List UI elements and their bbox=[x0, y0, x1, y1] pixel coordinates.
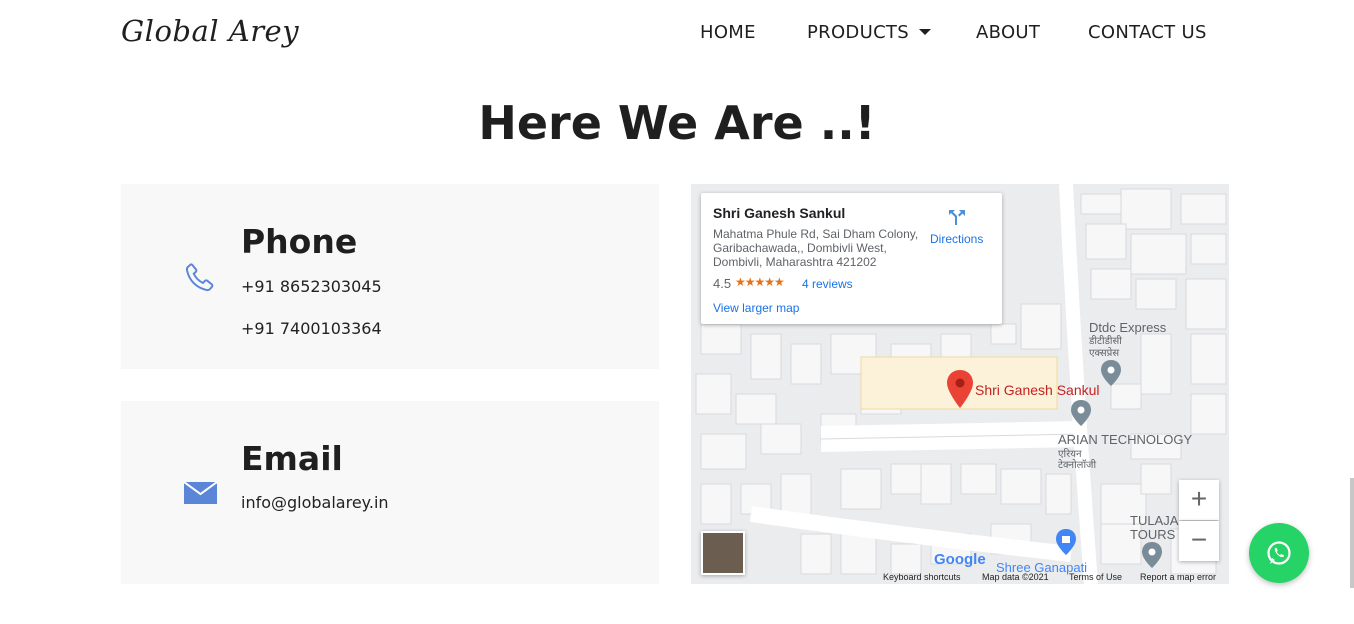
poi-tulaja-label: TULAJA bbox=[1130, 513, 1179, 528]
email-card: Email info@globalarey.in bbox=[121, 401, 659, 584]
caret-down-icon bbox=[918, 29, 931, 35]
phone-card: Phone +91 8652303045 +91 7400103364 bbox=[121, 184, 659, 369]
poi-dtdc-label-hi-2: एक्सप्रेस bbox=[1089, 348, 1120, 359]
nav-products-label: PRODUCTS bbox=[807, 22, 909, 43]
poi-pin-icon[interactable] bbox=[1071, 400, 1091, 431]
whatsapp-button[interactable] bbox=[1249, 523, 1309, 583]
nav-home[interactable]: HOME bbox=[700, 22, 756, 43]
phone-number-1[interactable]: +91 8652303045 bbox=[241, 277, 382, 296]
zoom-out-button[interactable]: − bbox=[1179, 521, 1219, 561]
scrollbar[interactable] bbox=[1350, 478, 1354, 588]
google-map[interactable]: Shri Ganesh Sankul Mahatma Phule Rd, Sai… bbox=[691, 184, 1229, 584]
map-data: Map data ©2021 bbox=[982, 572, 1049, 582]
mail-icon bbox=[183, 481, 218, 509]
poi-pin-icon[interactable] bbox=[1101, 360, 1121, 391]
satellite-toggle[interactable] bbox=[701, 531, 745, 575]
email-heading: Email bbox=[241, 439, 343, 478]
view-larger-map-link[interactable]: View larger map bbox=[713, 301, 799, 315]
map-info-card: Shri Ganesh Sankul Mahatma Phule Rd, Sai… bbox=[701, 193, 1002, 324]
poi-tours-label: TOURS bbox=[1130, 527, 1176, 542]
zoom-in-button[interactable]: + bbox=[1179, 480, 1219, 520]
place-name: Shri Ganesh Sankul bbox=[713, 205, 846, 221]
map-marker-icon[interactable] bbox=[947, 370, 973, 413]
keyboard-shortcuts[interactable]: Keyboard shortcuts bbox=[883, 572, 961, 582]
report-map-error[interactable]: Report a map error bbox=[1140, 572, 1216, 582]
place-rating: 4.5 bbox=[713, 276, 732, 291]
page-title: Here We Are ..! bbox=[478, 96, 876, 150]
poi-arian-label: ARIAN TECHNOLOGY bbox=[1058, 432, 1193, 447]
terms-of-use[interactable]: Terms of Use bbox=[1069, 572, 1122, 582]
poi-arian-label-hi-2: टेक्नोलॉजी bbox=[1058, 460, 1097, 471]
whatsapp-icon bbox=[1265, 539, 1293, 572]
google-logo: Google bbox=[934, 551, 986, 568]
directions-link[interactable]: Directions bbox=[930, 232, 983, 246]
phone-number-2[interactable]: +91 7400103364 bbox=[241, 319, 382, 338]
shopping-pin-icon[interactable] bbox=[1056, 529, 1076, 560]
marker-label: Shri Ganesh Sankul bbox=[975, 382, 1100, 398]
phone-icon bbox=[183, 260, 217, 299]
nav-about[interactable]: ABOUT bbox=[976, 22, 1040, 43]
main-nav: HOME PRODUCTS ABOUT CONTACT US bbox=[0, 22, 1354, 46]
reviews-link[interactable]: 4 reviews bbox=[802, 277, 853, 291]
directions-icon[interactable] bbox=[947, 207, 967, 232]
nav-products[interactable]: PRODUCTS bbox=[807, 22, 931, 43]
rating-stars: ★★★★★ bbox=[735, 275, 785, 289]
email-link[interactable]: info@globalarey.in bbox=[241, 493, 389, 512]
place-address: Mahatma Phule Rd, Sai Dham Colony, Garib… bbox=[713, 227, 919, 269]
poi-pin-icon[interactable] bbox=[1142, 542, 1162, 573]
nav-contact-us[interactable]: CONTACT US bbox=[1088, 22, 1207, 43]
phone-heading: Phone bbox=[241, 222, 358, 261]
